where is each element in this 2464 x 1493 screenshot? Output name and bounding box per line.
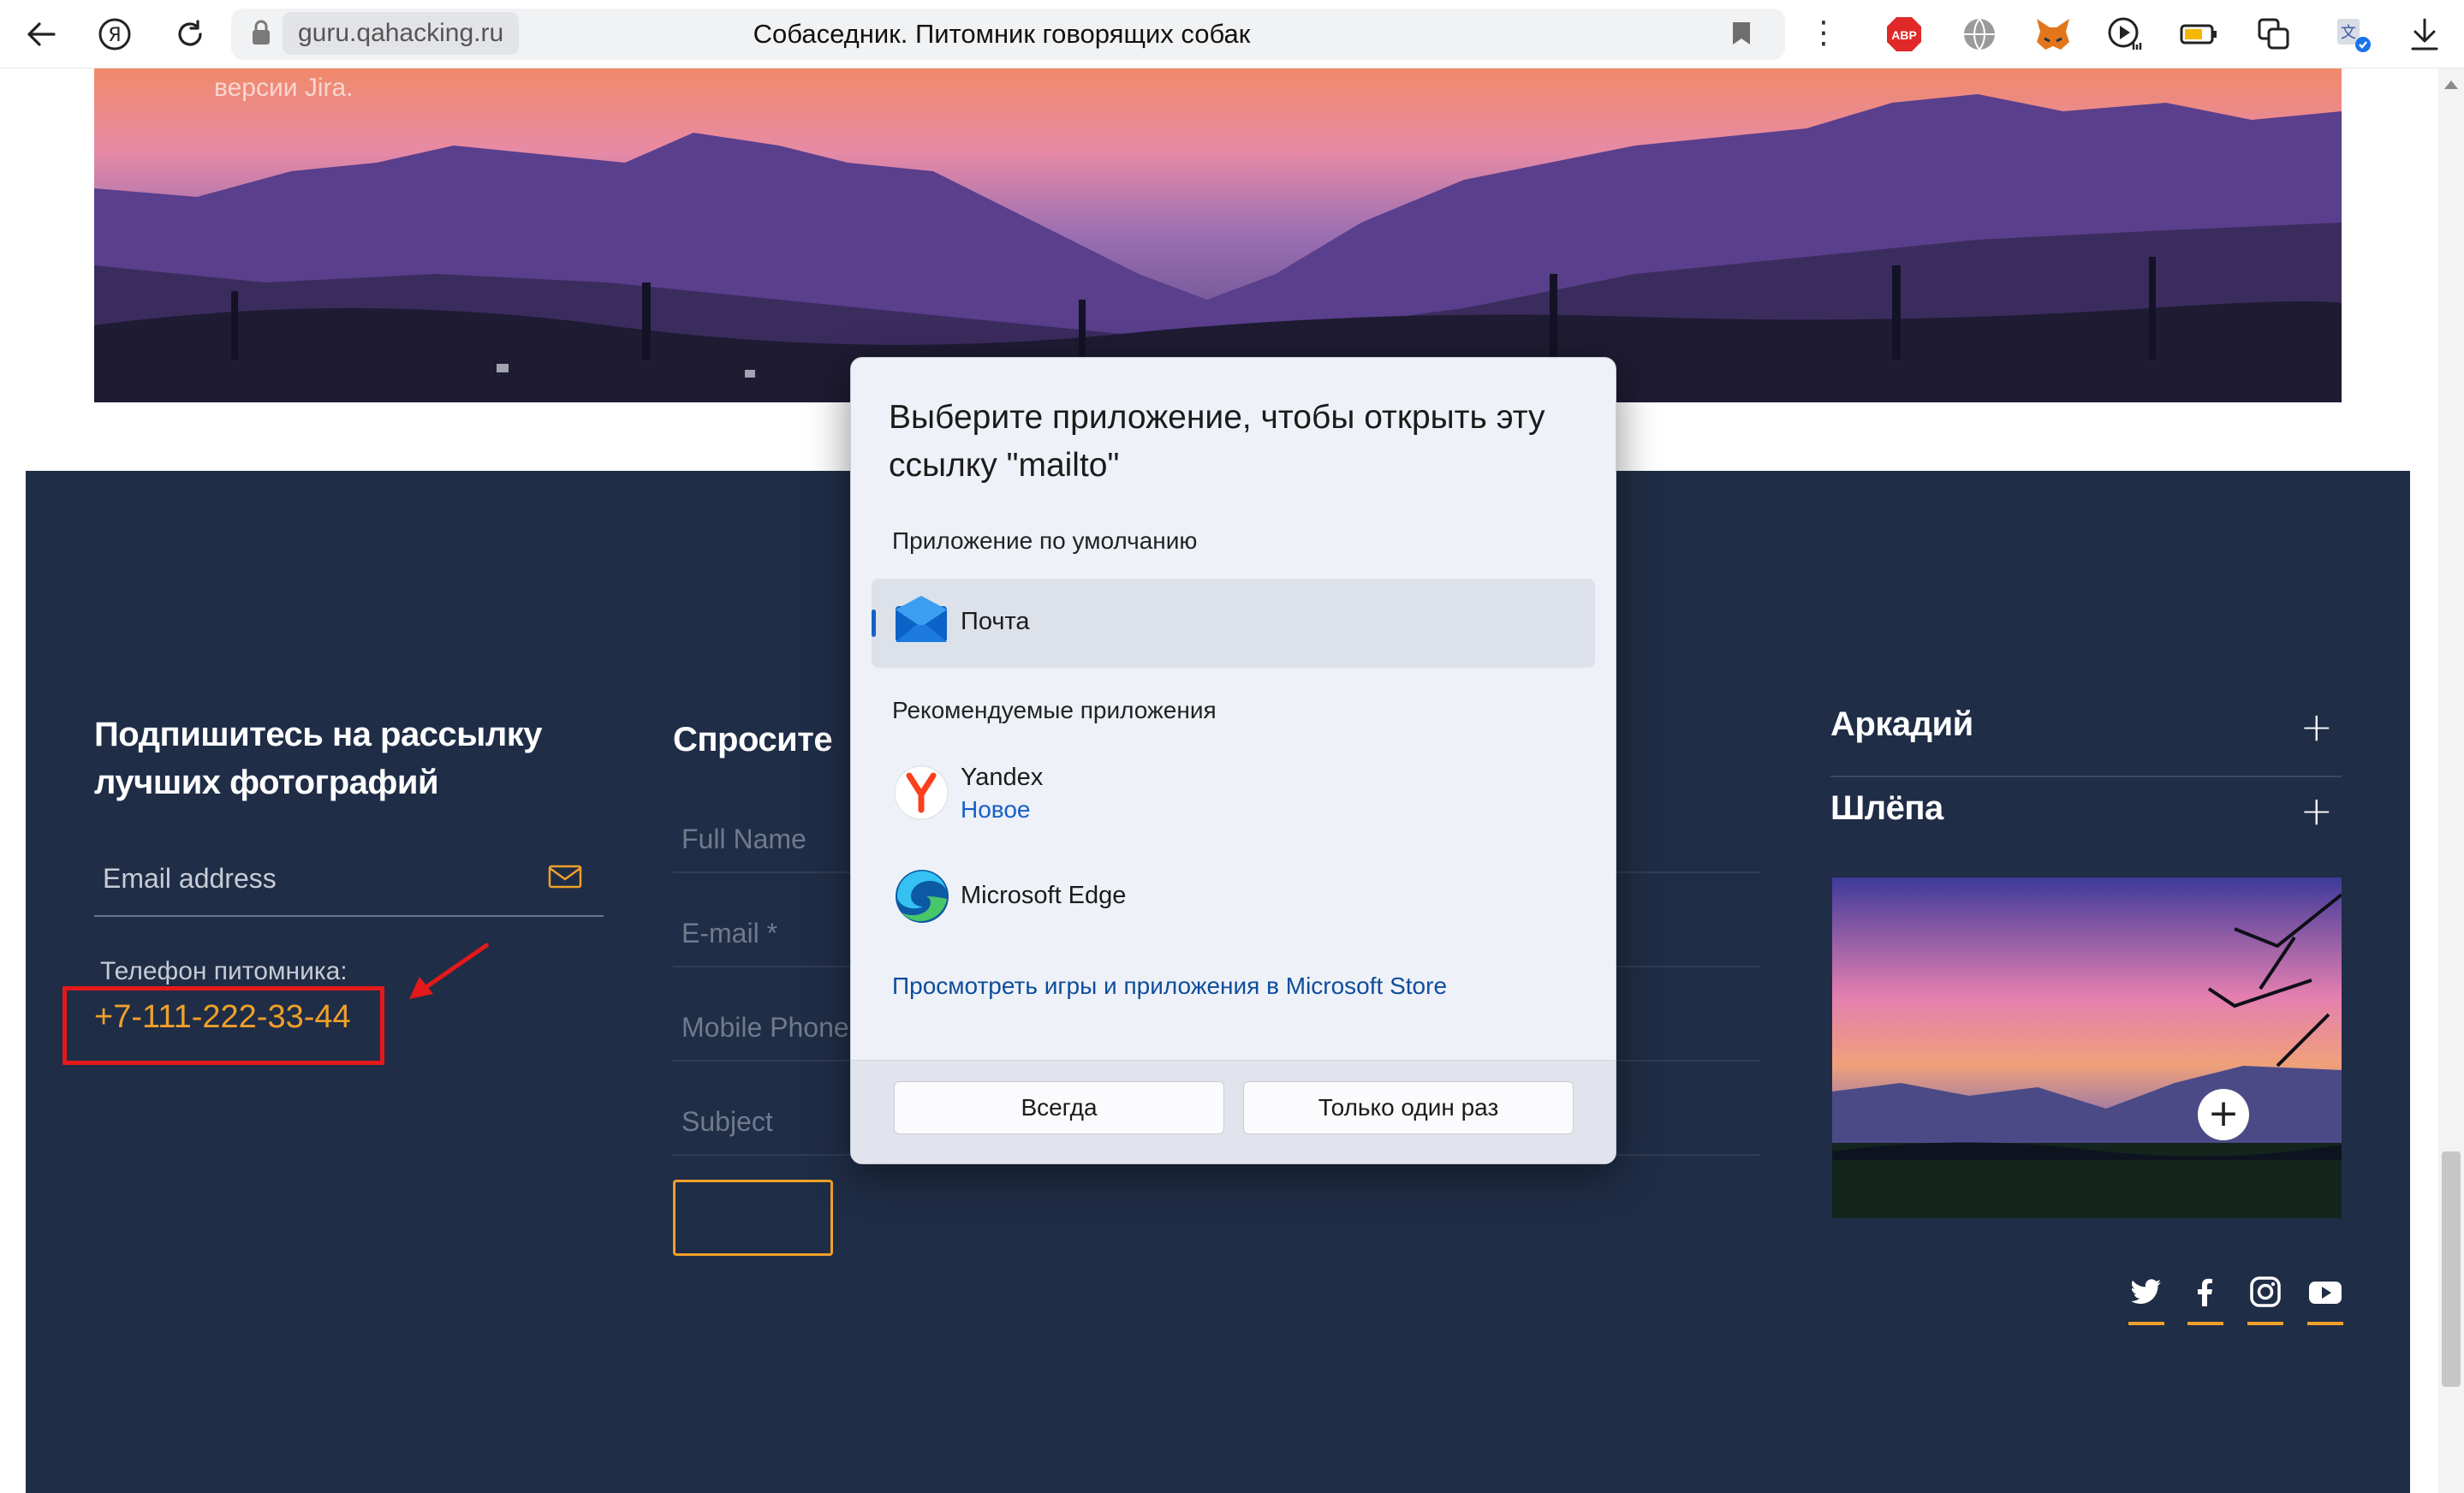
back-icon[interactable]	[19, 12, 63, 57]
accordion-item-shlepa[interactable]: Шлёпа +	[1830, 779, 2342, 861]
youtube-icon[interactable]	[2307, 1276, 2343, 1325]
just-once-button[interactable]: Только один раз	[1243, 1081, 1574, 1134]
metamask-fox-icon[interactable]	[2034, 15, 2072, 53]
hero-landscape-image	[94, 68, 2342, 402]
svg-text:文: 文	[2341, 24, 2356, 42]
app-option-mail[interactable]: Почта	[872, 579, 1595, 668]
plus-icon[interactable]: +	[2300, 704, 2333, 750]
plus-icon[interactable]: +	[2300, 788, 2333, 834]
app-name: Почта	[961, 608, 1030, 635]
hero-caption: версии Jira.	[214, 74, 354, 102]
battery-icon[interactable]	[2180, 15, 2217, 53]
dialog-title: Выберите приложение, чтобы открыть эту с…	[889, 399, 1545, 484]
abp-label: ABP	[1891, 28, 1917, 42]
yandex-home-icon[interactable]: Я	[92, 12, 137, 57]
envelope-icon[interactable]	[548, 865, 582, 893]
accordion-title: Шлёпа	[1830, 789, 1943, 827]
mail-app-icon	[894, 594, 949, 653]
accordion-title: Аркадий	[1830, 705, 1973, 743]
scroll-up-icon[interactable]	[2443, 79, 2460, 95]
app-name: Microsoft Edge	[961, 882, 1127, 909]
subscribe-title: Подпишитесь на рассылку лучших фотографи…	[94, 716, 543, 801]
phone-label: Телефон питомника:	[100, 957, 348, 985]
highlight-box	[62, 986, 384, 1065]
open-with-dialog: Выберите приложение, чтобы открыть эту с…	[850, 357, 1616, 1164]
screenshot-icon[interactable]	[2255, 15, 2293, 53]
menu-kebab-icon[interactable]: ⋮	[1808, 15, 1839, 51]
accordion-item-arkadiy[interactable]: Аркадий +	[1830, 695, 2342, 777]
app-option-edge[interactable]: Microsoft Edge	[872, 853, 1595, 938]
recommended-heading: Рекомендуемые приложения	[892, 697, 1217, 723]
lock-icon[interactable]	[252, 20, 271, 50]
dialog-footer: Всегда Только один раз	[851, 1060, 1616, 1163]
microsoft-edge-icon	[894, 868, 950, 929]
default-app-heading: Приложение по умолчанию	[892, 527, 1198, 554]
scrollbar-thumb[interactable]	[2442, 1151, 2461, 1387]
browser-toolbar: Я guru.qahacking.ru Собаседник. Питомник…	[0, 0, 2464, 68]
twitter-icon[interactable]	[2128, 1276, 2164, 1325]
sunset-photo[interactable]	[1832, 877, 2342, 1218]
annotation-arrow	[402, 937, 497, 1010]
bookmark-icon[interactable]	[1731, 21, 1752, 51]
selection-indicator	[872, 610, 876, 637]
app-name: Yandex	[961, 764, 1044, 791]
app-option-yandex[interactable]: Yandex Новое	[872, 746, 1595, 841]
always-button[interactable]: Всегда	[894, 1081, 1224, 1134]
svg-text:Я: Я	[108, 25, 121, 46]
media-player-icon[interactable]	[2106, 15, 2144, 53]
abp-icon[interactable]: ABP	[1885, 15, 1923, 53]
email-input[interactable]: Email address	[94, 852, 604, 917]
download-icon[interactable]	[2406, 15, 2443, 53]
instagram-icon[interactable]	[2247, 1276, 2283, 1325]
url-domain[interactable]: guru.qahacking.ru	[283, 12, 520, 55]
microsoft-store-link[interactable]: Просмотреть игры и приложения в Microsof…	[892, 973, 1447, 1000]
new-badge: Новое	[961, 796, 1031, 823]
translate-icon[interactable]: 文	[2334, 15, 2372, 53]
photo-expand-plus-icon[interactable]: +	[2198, 1089, 2249, 1140]
contact-form-title: Спросите	[673, 721, 833, 758]
reload-icon[interactable]	[168, 12, 212, 57]
yandex-icon	[894, 765, 949, 824]
page-title: Собаседник. Питомник говорящих собак	[753, 19, 1251, 49]
submit-button[interactable]	[673, 1180, 833, 1256]
globe-icon[interactable]	[1961, 15, 1998, 53]
facebook-icon[interactable]	[2187, 1276, 2223, 1325]
